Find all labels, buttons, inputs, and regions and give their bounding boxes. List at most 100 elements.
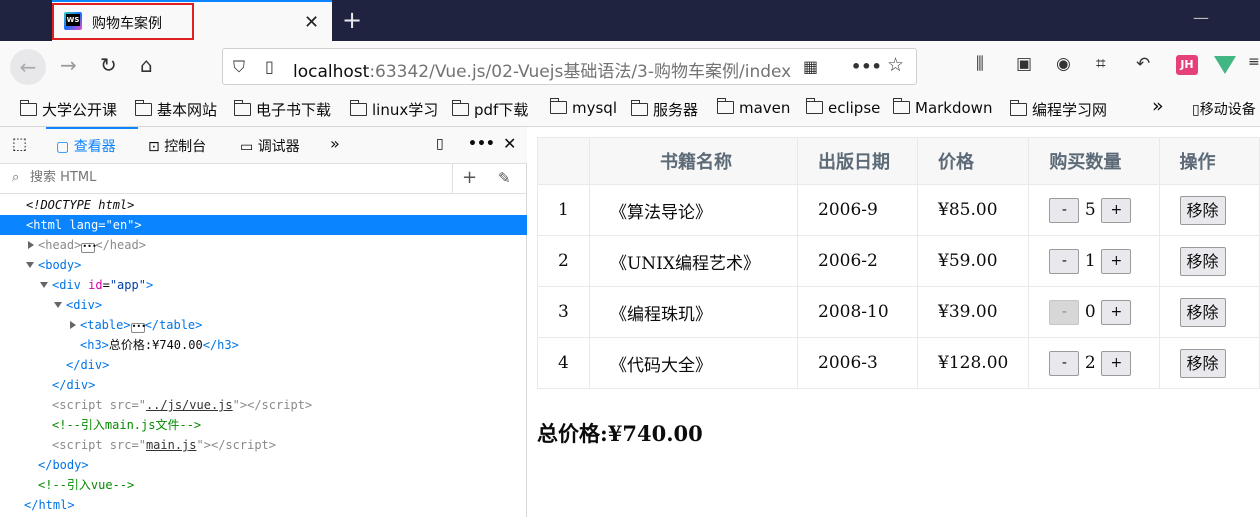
sidebar-icon[interactable]: ▣	[1016, 54, 1032, 74]
collapse-icon[interactable]	[40, 282, 48, 288]
mobile-bookmarks[interactable]: ▯移动设备	[1192, 99, 1256, 119]
tab-title: 购物车案例	[92, 16, 162, 32]
tree-close-div[interactable]: </div>	[0, 355, 527, 375]
table-row: 2 《UNIX编程艺术》 2006-2 ¥59.00 -1 + 移除	[537, 235, 1260, 287]
increment-button[interactable]: +	[1101, 197, 1132, 223]
tree-comment[interactable]: <!--引入vue-->	[0, 475, 527, 495]
bookmark-folder[interactable]: linux学习	[349, 99, 439, 120]
jh-extension-icon[interactable]: JH	[1176, 55, 1198, 75]
tree-node-body[interactable]: <body>	[0, 255, 527, 275]
bookmark-label: eclipse	[828, 99, 881, 117]
tree-close-html[interactable]: </html>	[0, 495, 527, 515]
expand-icon[interactable]	[28, 241, 34, 249]
devtools-menu-icon[interactable]: •••	[468, 136, 495, 152]
bookmark-folder[interactable]: mysql	[549, 98, 617, 117]
comment-text: <!--引入vue-->	[38, 478, 135, 492]
script-src-link[interactable]: main.js	[146, 438, 197, 452]
library-icon[interactable]: ⫼	[976, 54, 984, 74]
tab-label: 控制台	[164, 139, 207, 155]
bookmark-folder[interactable]: maven	[716, 98, 790, 117]
tab-console[interactable]: ⊡ 控制台	[148, 136, 206, 156]
tab-debugger[interactable]: ▭ 调试器	[240, 136, 300, 156]
bookmark-folder[interactable]: 电子书下载	[233, 99, 331, 120]
tree-node-div-app[interactable]: <div id="app">	[0, 275, 527, 295]
url-bar[interactable]: ⛉ ▯ localhost:63342/Vue.js/02-Vuejs基础语法/…	[222, 48, 917, 85]
action-cell: 移除	[1158, 184, 1260, 236]
account-icon[interactable]: ◉	[1056, 54, 1071, 74]
increment-button[interactable]: +	[1101, 248, 1132, 274]
qr-code-icon[interactable]: ▦	[803, 57, 818, 76]
bookmark-folder[interactable]: 大学公开课	[19, 99, 117, 120]
tree-close-body[interactable]: </body>	[0, 455, 527, 475]
tree-close-div-app[interactable]: </div>	[0, 375, 527, 395]
expand-icon[interactable]	[70, 321, 76, 329]
script-src-link[interactable]: ../js/vue.js	[146, 398, 233, 412]
tree-doctype[interactable]: <!DOCTYPE html>	[0, 195, 527, 215]
bookmark-folder[interactable]: pdf下载	[451, 99, 528, 120]
decrement-button[interactable]: -	[1049, 299, 1080, 325]
add-node-icon[interactable]: +	[462, 167, 477, 188]
tree-node-h3[interactable]: <h3>总价格:¥740.00</h3>	[0, 335, 527, 355]
more-bookmarks-icon[interactable]: »	[1152, 95, 1164, 117]
vue-devtools-icon[interactable]	[1214, 56, 1236, 74]
tree-comment[interactable]: <!--引入main.js文件-->	[0, 415, 527, 435]
bookmark-folder[interactable]: 服务器	[630, 99, 698, 120]
close-devtools-icon[interactable]: ✕	[503, 134, 516, 153]
undo-icon[interactable]: ↶	[1136, 54, 1150, 74]
publish-date: 2006-2	[796, 235, 919, 287]
home-icon[interactable]: ⌂	[140, 53, 153, 77]
responsive-mode-icon[interactable]: ▯	[436, 136, 444, 152]
increment-button[interactable]: +	[1101, 299, 1132, 325]
collapse-icon[interactable]	[54, 302, 62, 308]
bookmark-folder[interactable]: 编程学习网	[1009, 99, 1107, 120]
bookmark-label: linux学习	[372, 101, 439, 119]
increment-button[interactable]: +	[1101, 350, 1132, 376]
shield-icon[interactable]: ⛉	[233, 57, 245, 77]
remove-button[interactable]: 移除	[1179, 297, 1226, 327]
mobile-bookmarks-label: 移动设备	[1199, 102, 1256, 118]
reload-icon[interactable]: ↻	[100, 53, 117, 77]
collapsed-content-icon[interactable]: •••	[81, 243, 97, 253]
row-id: 3	[537, 286, 590, 338]
page-info-icon[interactable]: ▯	[265, 57, 274, 76]
collapse-icon[interactable]	[26, 262, 34, 268]
tree-node-div[interactable]: <div>	[0, 295, 527, 315]
collapsed-content-icon[interactable]: •••	[130, 323, 146, 333]
tree-node-script[interactable]: <script src="../js/vue.js"></script>	[0, 395, 527, 415]
bookmark-folder[interactable]: Markdown	[892, 98, 993, 117]
book-name: 《UNIX编程艺术》	[588, 235, 799, 287]
forward-icon[interactable]: →	[60, 53, 77, 77]
tab-inspector[interactable]: ▢ 查看器	[56, 136, 116, 156]
bookmark-label: Markdown	[915, 99, 993, 117]
close-tab-icon[interactable]: ✕	[304, 12, 319, 33]
menu-icon[interactable]: ≡	[1248, 54, 1260, 70]
minimize-icon[interactable]: —	[1193, 8, 1209, 27]
page-actions-icon[interactable]: •••	[851, 57, 882, 76]
remove-button[interactable]: 移除	[1179, 246, 1226, 276]
new-tab-icon[interactable]: +	[342, 6, 362, 34]
remove-button[interactable]: 移除	[1179, 195, 1226, 225]
back-icon[interactable]: ←	[10, 49, 46, 85]
tree-node-head[interactable]: <head>•••</head>	[0, 235, 527, 255]
tree-node-html[interactable]: <html lang="en">	[0, 215, 527, 235]
eyedropper-icon[interactable]: ✎	[498, 169, 511, 187]
element-picker-icon[interactable]: ⬚	[12, 134, 27, 153]
browser-tab[interactable]: WS 购物车案例 ✕	[52, 0, 332, 41]
bookmark-star-icon[interactable]: ☆	[887, 54, 904, 76]
more-tools-icon[interactable]: »	[330, 134, 340, 153]
folder-icon	[1009, 100, 1027, 116]
screenshot-icon[interactable]: ⌗	[1096, 54, 1106, 74]
quantity-value: 2	[1084, 353, 1096, 373]
bookmark-folder[interactable]: eclipse	[805, 98, 881, 117]
decrement-button[interactable]: -	[1049, 197, 1080, 223]
tree-node-script[interactable]: <script src="main.js"></script>	[0, 435, 527, 455]
decrement-button[interactable]: -	[1049, 350, 1080, 376]
navigation-bar: ← → ↻ ⌂ ⛉ ▯ localhost:63342/Vue.js/02-Vu…	[0, 41, 1260, 91]
book-name: 《编程珠玑》	[588, 286, 799, 338]
tree-node-table[interactable]: <table>•••</table>	[0, 315, 527, 335]
html-search-input[interactable]	[30, 170, 430, 185]
remove-button[interactable]: 移除	[1179, 348, 1226, 378]
bookmark-folder[interactable]: 基本网站	[134, 99, 217, 120]
url-text: localhost:63342/Vue.js/02-Vuejs基础语法/3-购物…	[293, 57, 793, 82]
decrement-button[interactable]: -	[1049, 248, 1080, 274]
